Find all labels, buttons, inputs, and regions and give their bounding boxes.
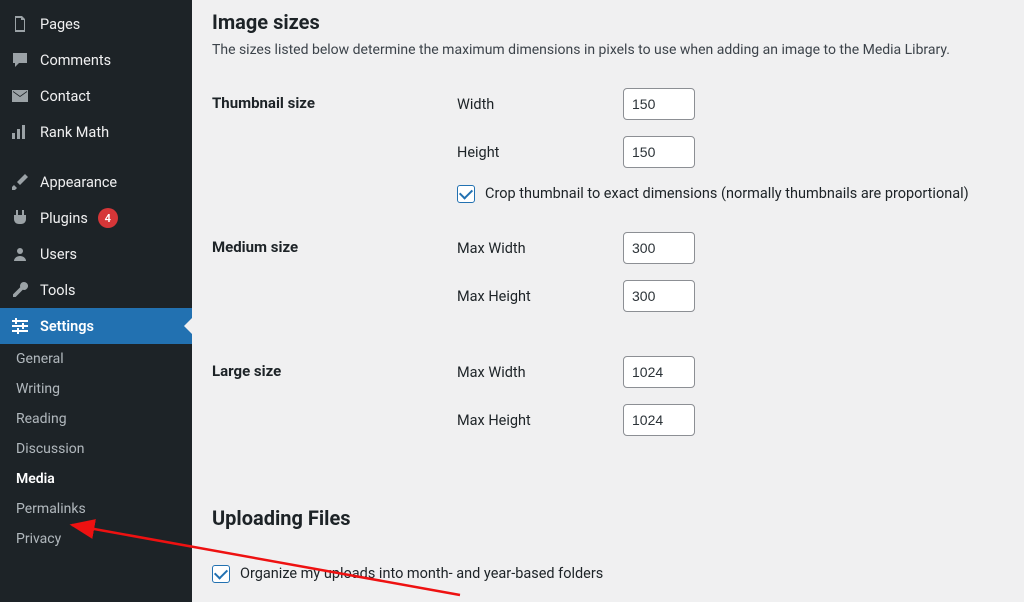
thumbnail-crop-label: Crop thumbnail to exact dimensions (norm… — [485, 184, 969, 204]
sidebar-item-rankmath[interactable]: Rank Math — [0, 114, 192, 150]
submenu-label: Discussion — [16, 441, 84, 457]
organize-uploads-label: Organize my uploads into month- and year… — [240, 564, 603, 584]
thumbnail-width-input[interactable] — [623, 88, 695, 120]
sidebar-item-label: Appearance — [40, 174, 117, 191]
sidebar-item-comments[interactable]: Comments — [0, 42, 192, 78]
thumbnail-size-title: Thumbnail size — [212, 84, 457, 228]
sidebar-item-label: Contact — [40, 88, 91, 105]
submenu-label: Privacy — [16, 531, 61, 547]
medium-size-title: Medium size — [212, 228, 457, 352]
thumbnail-crop-checkbox[interactable] — [457, 185, 475, 203]
submenu-label: Writing — [16, 381, 60, 397]
admin-sidebar: Media Pages Comments Contact Rank Math A… — [0, 0, 192, 602]
paintbrush-icon — [10, 172, 30, 192]
sidebar-item-settings[interactable]: Settings — [0, 308, 192, 344]
medium-max-height-label: Max Height — [457, 288, 607, 305]
sidebar-item-plugins[interactable]: Plugins 4 — [0, 200, 192, 236]
plugin-update-badge: 4 — [98, 208, 118, 228]
submenu-media[interactable]: Media — [0, 464, 192, 494]
sliders-icon — [10, 316, 30, 336]
sidebar-item-label: Settings — [40, 318, 94, 335]
comments-icon — [10, 50, 30, 70]
submenu-label: General — [16, 351, 64, 367]
submenu-label: Permalinks — [16, 501, 86, 517]
thumbnail-width-label: Width — [457, 96, 607, 113]
medium-max-height-input[interactable] — [623, 280, 695, 312]
submenu-general[interactable]: General — [0, 344, 192, 374]
sidebar-item-label: Users — [40, 246, 77, 263]
wrench-icon — [10, 280, 30, 300]
submenu-reading[interactable]: Reading — [0, 404, 192, 434]
chart-bar-icon — [10, 122, 30, 142]
image-sizes-heading: Image sizes — [212, 10, 1004, 34]
users-icon — [10, 244, 30, 264]
submenu-label: Reading — [16, 411, 67, 427]
image-sizes-description: The sizes listed below determine the max… — [212, 42, 1004, 58]
large-max-height-label: Max Height — [457, 412, 607, 429]
plugin-icon — [10, 208, 30, 228]
large-size-title: Large size — [212, 352, 457, 476]
large-max-height-input[interactable] — [623, 404, 695, 436]
sidebar-item-contact[interactable]: Contact — [0, 78, 192, 114]
sidebar-item-label: Rank Math — [40, 124, 109, 141]
sidebar-item-tools[interactable]: Tools — [0, 272, 192, 308]
sidebar-item-label: Tools — [40, 282, 76, 299]
sidebar-item-pages[interactable]: Pages — [0, 6, 192, 42]
organize-uploads-checkbox[interactable] — [212, 565, 230, 583]
submenu-writing[interactable]: Writing — [0, 374, 192, 404]
sidebar-item-label: Comments — [40, 52, 111, 69]
menu-separator — [0, 150, 192, 164]
image-sizes-table: Thumbnail size Width Height Crop thumbna… — [212, 84, 1004, 476]
submenu-permalinks[interactable]: Permalinks — [0, 494, 192, 524]
settings-media-content: Image sizes The sizes listed below deter… — [192, 0, 1024, 602]
large-max-width-input[interactable] — [623, 356, 695, 388]
thumbnail-height-input[interactable] — [623, 136, 695, 168]
medium-max-width-label: Max Width — [457, 240, 607, 257]
sidebar-item-appearance[interactable]: Appearance — [0, 164, 192, 200]
large-max-width-label: Max Width — [457, 364, 607, 381]
submenu-privacy[interactable]: Privacy — [0, 524, 192, 554]
sidebar-item-label: Plugins — [40, 210, 88, 227]
thumbnail-height-label: Height — [457, 144, 607, 161]
sidebar-item-users[interactable]: Users — [0, 236, 192, 272]
uploading-files-heading: Uploading Files — [212, 506, 1004, 530]
submenu-label: Media — [16, 471, 55, 487]
settings-submenu: General Writing Reading Discussion Media… — [0, 344, 192, 554]
submenu-discussion[interactable]: Discussion — [0, 434, 192, 464]
pages-icon — [10, 14, 30, 34]
medium-max-width-input[interactable] — [623, 232, 695, 264]
sidebar-item-label: Pages — [40, 16, 80, 33]
envelope-icon — [10, 86, 30, 106]
